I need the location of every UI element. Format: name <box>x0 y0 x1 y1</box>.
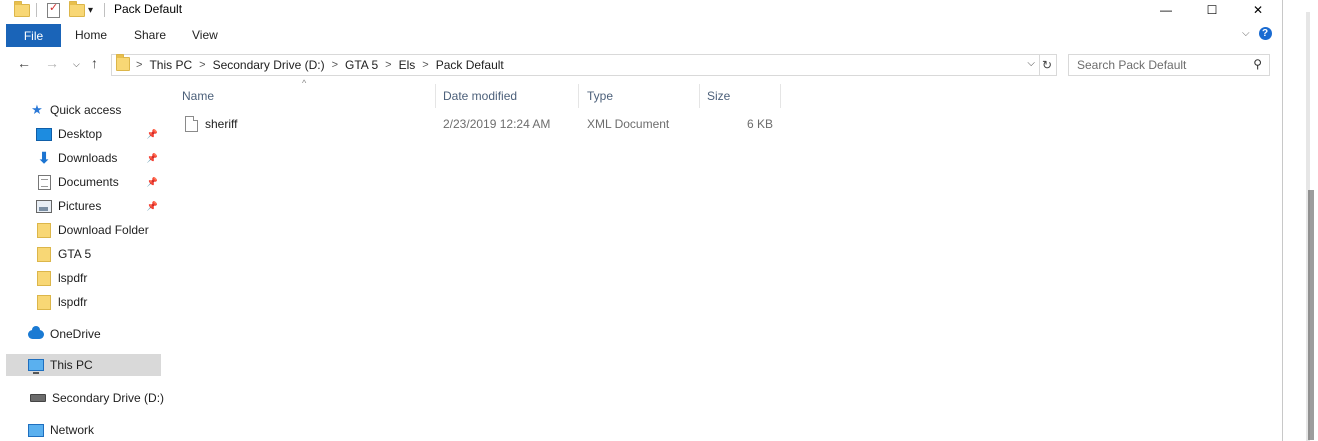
pin-icon: 📌 <box>146 176 158 187</box>
nav-label: Desktop <box>58 127 103 141</box>
nav-label: lspdfr <box>58 271 88 285</box>
back-arrow-icon[interactable]: ← <box>17 55 31 71</box>
forward-arrow-icon[interactable]: → <box>45 55 59 71</box>
nav-secondary-drive[interactable]: Secondary Drive (D:) <box>30 387 164 409</box>
nav-item-gta-5[interactable]: GTA 5 <box>36 243 91 265</box>
close-button[interactable]: ✕ <box>1235 0 1281 20</box>
recent-locations-icon[interactable]: ⌵ <box>73 59 80 70</box>
chevron-right-icon[interactable]: > <box>385 59 391 71</box>
search-icon[interactable]: ⚲ <box>1253 57 1262 71</box>
folder-icon <box>36 222 52 238</box>
nav-onedrive[interactable]: OneDrive <box>28 323 101 345</box>
breadcrumb-els[interactable]: Els <box>399 58 416 72</box>
nav-label: GTA 5 <box>58 247 92 261</box>
search-input[interactable] <box>1075 57 1249 73</box>
nav-item-lspdfr[interactable]: lspdfr <box>36 267 87 289</box>
customize-qat-icon[interactable]: ▾ <box>88 0 93 20</box>
nav-label: This PC <box>50 358 93 372</box>
file-size-cell: 6 KB <box>746 117 773 131</box>
breadcrumb-secondary-drive[interactable]: Secondary Drive (D:) <box>213 58 325 72</box>
up-arrow-icon[interactable]: ↑ <box>91 55 98 71</box>
nav-this-pc[interactable]: This PC <box>6 354 161 376</box>
nav-label: Quick access <box>50 103 122 117</box>
download-icon: ⬇ <box>37 149 51 167</box>
nav-label: OneDrive <box>50 327 101 341</box>
column-date-modified[interactable]: Date modified <box>437 84 579 108</box>
address-row: ← → ⌵ ↑ > This PC > Secondary Drive (D:)… <box>0 52 1282 78</box>
nav-label: Network <box>50 423 95 437</box>
file-type-cell: XML Document <box>587 117 670 131</box>
file-explorer-window: ▾ Pack Default — ☐ ✕ File Home Share Vie… <box>0 0 1283 441</box>
documents-icon <box>36 174 52 190</box>
pictures-icon <box>36 199 52 213</box>
cloud-icon <box>28 325 44 341</box>
nav-label: lspdfr <box>58 295 88 309</box>
tab-file[interactable]: File <box>6 24 61 47</box>
tab-share[interactable]: Share <box>134 28 166 42</box>
new-folder-icon[interactable] <box>69 0 85 20</box>
desktop-icon <box>36 127 52 141</box>
tab-view[interactable]: View <box>192 28 218 42</box>
nav-item-documents[interactable]: Documents 📌 <box>36 171 162 193</box>
breadcrumb-this-pc[interactable]: This PC <box>149 58 192 72</box>
nav-item-pictures[interactable]: Pictures 📌 <box>36 195 162 217</box>
folder-icon <box>36 246 52 262</box>
file-row[interactable]: sheriff 2/23/2019 12:24 AM XML Document … <box>176 113 786 135</box>
folder-icon <box>116 53 130 74</box>
separator <box>36 0 37 20</box>
nav-label: Download Folder <box>58 223 149 237</box>
title-bar: ▾ Pack Default — ☐ ✕ <box>0 0 1282 20</box>
chevron-right-icon[interactable]: > <box>332 59 338 71</box>
tab-home[interactable]: Home <box>75 28 107 42</box>
nav-quick-access[interactable]: ★ Quick access <box>30 99 121 121</box>
pin-icon: 📌 <box>146 152 158 163</box>
column-name[interactable]: Name <box>176 84 436 108</box>
nav-item-desktop[interactable]: Desktop 📌 <box>36 123 162 145</box>
minimize-button[interactable]: — <box>1143 0 1189 20</box>
properties-icon[interactable] <box>47 0 60 20</box>
nav-network[interactable]: Network <box>28 419 94 441</box>
window-title: Pack Default <box>114 2 183 16</box>
pin-icon: 📌 <box>146 128 158 139</box>
star-icon: ★ <box>31 102 43 117</box>
ribbon: File Home Share View ⌵ ? <box>0 23 1282 47</box>
nav-label: Downloads <box>58 151 118 165</box>
pin-icon: 📌 <box>146 200 158 211</box>
maximize-button[interactable]: ☐ <box>1189 0 1235 20</box>
breadcrumb-pack-default[interactable]: Pack Default <box>436 58 504 72</box>
column-type[interactable]: Type <box>580 84 700 108</box>
file-name: sheriff <box>205 117 238 131</box>
address-dropdown-icon[interactable]: ⌵ <box>1027 58 1035 69</box>
search-box[interactable]: ⚲ <box>1068 54 1270 76</box>
help-icon[interactable]: ? <box>1258 27 1272 40</box>
chevron-right-icon[interactable]: > <box>422 59 428 71</box>
nav-label: Pictures <box>58 199 102 213</box>
column-header-row: Name Date modified Type Size <box>176 84 786 108</box>
file-name-cell[interactable]: sheriff <box>185 113 435 135</box>
nav-label: Documents <box>58 175 119 189</box>
nav-label: Secondary Drive (D:) <box>52 391 165 405</box>
address-bar[interactable]: > This PC > Secondary Drive (D:) > GTA 5… <box>111 53 1040 76</box>
chevron-right-icon[interactable]: > <box>199 59 205 71</box>
network-icon <box>28 423 44 437</box>
folder-icon <box>36 294 52 310</box>
file-date-cell: 2/23/2019 12:24 AM <box>443 117 551 131</box>
breadcrumb-gta-5[interactable]: GTA 5 <box>345 58 378 72</box>
chevron-right-icon[interactable]: > <box>136 59 142 71</box>
nav-item-lspdfr-2[interactable]: lspdfr <box>36 291 87 313</box>
background-window-edge <box>1283 0 1318 441</box>
navigation-pane: ★ Quick access Desktop 📌 ⬇ Downloads 📌 D… <box>0 90 170 441</box>
computer-icon <box>28 358 44 374</box>
refresh-icon[interactable]: ↻ <box>1038 54 1057 76</box>
folder-icon <box>36 270 52 286</box>
expand-ribbon-icon[interactable]: ⌵ <box>1242 28 1250 39</box>
drive-icon <box>30 391 46 405</box>
xml-file-icon <box>185 116 198 132</box>
nav-item-downloads[interactable]: ⬇ Downloads 📌 <box>36 147 162 169</box>
separator <box>104 0 105 20</box>
nav-item-download-folder[interactable]: Download Folder <box>36 219 149 241</box>
column-size[interactable]: Size <box>701 84 781 108</box>
folder-icon <box>14 0 30 20</box>
scrollbar-thumb <box>1308 190 1314 440</box>
